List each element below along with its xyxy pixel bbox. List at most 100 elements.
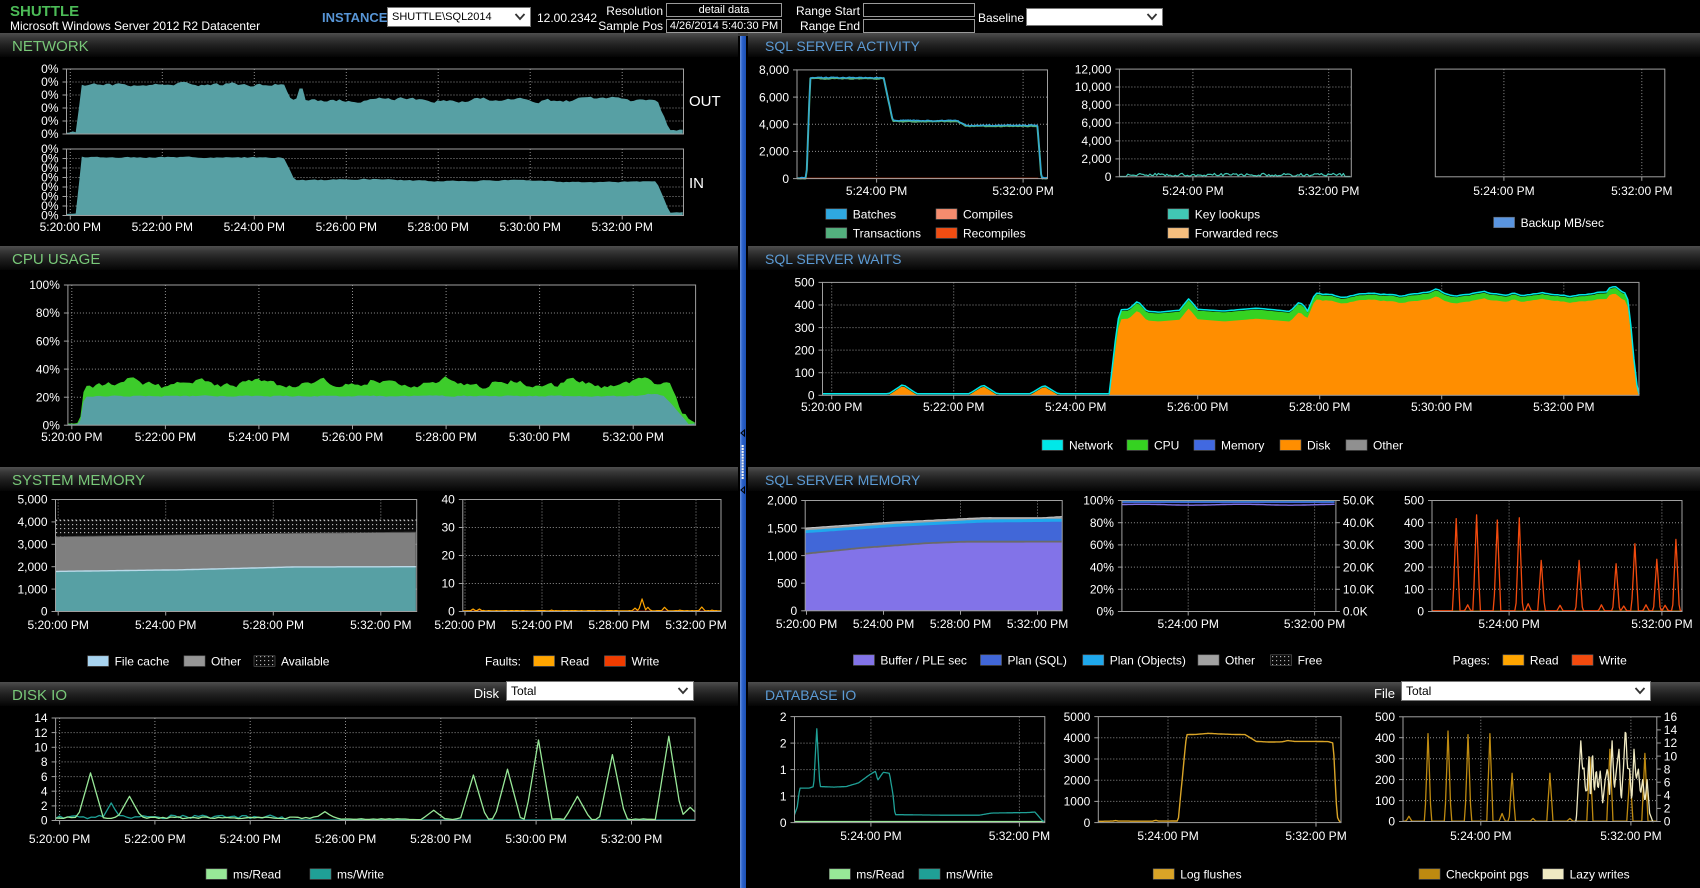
svg-text:100%: 100% [29,278,60,292]
svg-text:8,000: 8,000 [759,63,789,77]
svg-text:8,000: 8,000 [1081,98,1111,112]
svg-text:ms/Read: ms/Read [233,867,281,881]
svg-text:Network: Network [1069,438,1114,452]
svg-text:IN: IN [689,175,704,192]
svg-text:30.0K: 30.0K [1343,538,1374,552]
svg-text:5:32:00 PM: 5:32:00 PM [1533,400,1594,414]
svg-text:Other: Other [1373,438,1403,452]
svg-text:40%: 40% [1090,560,1114,574]
svg-text:10: 10 [1664,749,1678,763]
svg-text:Recompiles: Recompiles [963,226,1026,240]
svg-text:Buffer / PLE sec: Buffer / PLE sec [880,653,967,667]
svg-text:60%: 60% [1090,538,1114,552]
svg-text:0.0K: 0.0K [1343,605,1368,619]
svg-text:0%: 0% [41,88,59,102]
svg-text:5:24:00 PM: 5:24:00 PM [1478,617,1539,631]
svg-text:30: 30 [441,521,455,535]
svg-text:5:20:00 PM: 5:20:00 PM [29,832,90,846]
svg-text:5:24:00 PM: 5:24:00 PM [846,184,907,198]
svg-text:5:24:00 PM: 5:24:00 PM [1158,617,1219,631]
svg-text:5:26:00 PM: 5:26:00 PM [316,220,377,234]
svg-text:Plan (Objects): Plan (Objects) [1110,653,1186,667]
svg-text:5:24:00 PM: 5:24:00 PM [853,617,914,631]
svg-text:5:32:00 PM: 5:32:00 PM [1007,617,1068,631]
svg-text:Read: Read [1530,653,1559,667]
svg-text:5:32:00 PM: 5:32:00 PM [1285,829,1346,843]
svg-text:100%: 100% [1083,494,1114,508]
svg-text:12: 12 [34,726,48,740]
svg-text:10: 10 [441,577,455,591]
svg-text:2,000: 2,000 [767,494,797,508]
svg-text:0%: 0% [41,75,59,89]
svg-text:5000: 5000 [1064,710,1091,724]
svg-text:ms/Read: ms/Read [856,867,904,881]
svg-text:12,000: 12,000 [1075,62,1112,76]
svg-text:400: 400 [1404,516,1424,530]
svg-text:0: 0 [41,814,48,828]
svg-text:0: 0 [41,605,48,619]
svg-text:5:32:00 PM: 5:32:00 PM [1600,829,1661,843]
svg-text:0: 0 [791,604,798,618]
svg-text:5:32:00 PM: 5:32:00 PM [1611,184,1672,198]
svg-text:5:32:00 PM: 5:32:00 PM [1284,617,1345,631]
svg-text:100: 100 [794,366,814,380]
svg-text:5:32:00 PM: 5:32:00 PM [989,829,1050,843]
svg-text:ms/Write: ms/Write [946,867,993,881]
svg-text:1,500: 1,500 [767,521,797,535]
svg-text:10,000: 10,000 [1075,80,1112,94]
svg-text:20%: 20% [36,390,60,404]
svg-text:Write: Write [632,654,660,668]
svg-text:5:20:00 PM: 5:20:00 PM [776,617,837,631]
svg-text:Compiles: Compiles [963,207,1013,221]
svg-text:1,000: 1,000 [17,582,47,596]
svg-text:0%: 0% [1097,605,1115,619]
svg-text:500: 500 [777,576,797,590]
svg-text:5:32:00 PM: 5:32:00 PM [350,618,411,632]
svg-text:3000: 3000 [1064,752,1091,766]
svg-text:5:20:00 PM: 5:20:00 PM [434,618,495,632]
svg-text:40.0K: 40.0K [1343,516,1374,530]
svg-text:5:22:00 PM: 5:22:00 PM [124,832,185,846]
svg-text:300: 300 [1404,538,1424,552]
svg-text:5:28:00 PM: 5:28:00 PM [408,220,469,234]
svg-text:1: 1 [780,763,787,777]
svg-text:2,000: 2,000 [1081,152,1111,166]
svg-text:5:20:00 PM: 5:20:00 PM [28,618,89,632]
svg-text:5:22:00 PM: 5:22:00 PM [132,220,193,234]
svg-text:100: 100 [1375,794,1395,808]
svg-text:5:22:00 PM: 5:22:00 PM [923,400,984,414]
svg-text:5:24:00 PM: 5:24:00 PM [1045,400,1106,414]
svg-text:0: 0 [1084,816,1091,830]
svg-text:5:24:00 PM: 5:24:00 PM [1162,184,1223,198]
svg-text:0: 0 [1664,815,1671,829]
svg-text:8: 8 [1664,762,1671,776]
svg-text:Other: Other [1225,653,1255,667]
svg-text:Disk: Disk [1307,438,1331,452]
svg-text:1,000: 1,000 [767,549,797,563]
svg-text:5:20:00 PM: 5:20:00 PM [40,220,101,234]
svg-text:4: 4 [1664,789,1671,803]
svg-text:80%: 80% [36,306,60,320]
svg-text:5:30:00 PM: 5:30:00 PM [509,430,570,444]
svg-text:0%: 0% [41,101,59,115]
svg-text:4,000: 4,000 [17,515,47,529]
svg-text:0: 0 [780,816,787,830]
svg-text:6,000: 6,000 [759,90,789,104]
svg-text:40%: 40% [36,362,60,376]
svg-text:5:26:00 PM: 5:26:00 PM [315,832,376,846]
svg-text:Transactions: Transactions [853,226,921,240]
svg-text:0%: 0% [41,127,59,141]
svg-text:2,000: 2,000 [17,560,47,574]
svg-text:5:28:00 PM: 5:28:00 PM [415,430,476,444]
svg-text:10.0K: 10.0K [1343,583,1374,597]
svg-text:5:24:00 PM: 5:24:00 PM [1473,184,1534,198]
svg-text:Memory: Memory [1221,438,1264,452]
svg-text:4,000: 4,000 [1081,134,1111,148]
svg-text:200: 200 [794,343,814,357]
svg-text:5:30:00 PM: 5:30:00 PM [1411,400,1472,414]
svg-text:5:24:00 PM: 5:24:00 PM [135,618,196,632]
svg-text:5:20:00 PM: 5:20:00 PM [801,400,862,414]
svg-text:5:24:00 PM: 5:24:00 PM [220,832,281,846]
svg-text:5:28:00 PM: 5:28:00 PM [588,618,649,632]
svg-text:4: 4 [41,784,48,798]
